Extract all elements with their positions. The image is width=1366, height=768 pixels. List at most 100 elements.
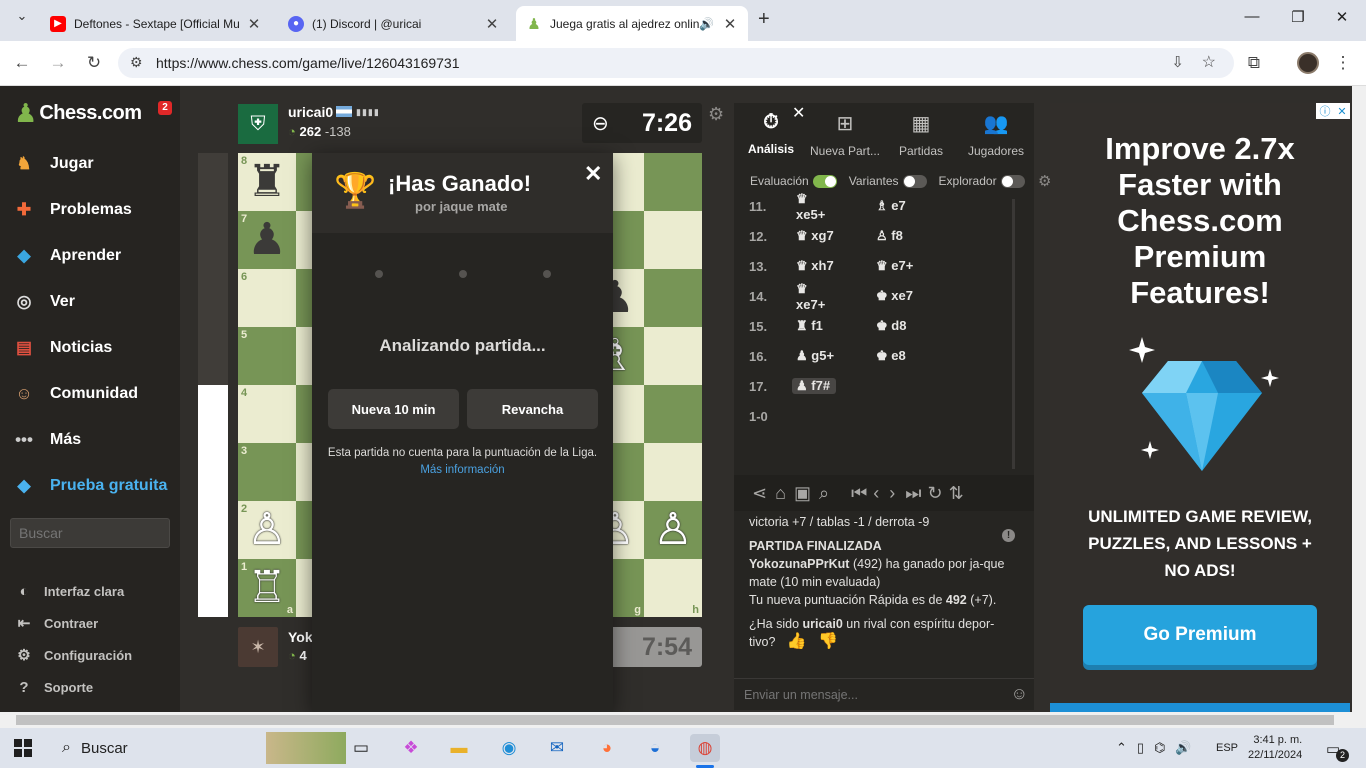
vertical-scrollbar[interactable] [1352, 86, 1366, 712]
premium-ad[interactable]: ⓘ ✕ Improve 2.7x Faster with Chess.com Pr… [1050, 103, 1350, 710]
black-move[interactable]: ♚ e8 [838, 348, 918, 364]
nav-free-trial[interactable]: ◆ Prueba gratuita [10, 471, 167, 501]
nav-mas[interactable]: ••• Más [10, 425, 81, 455]
chess-logo[interactable]: ♟ Chess.com [14, 98, 142, 129]
volume-icon[interactable]: 🔊 [1175, 740, 1191, 756]
board-square[interactable]: ♙ [644, 501, 702, 559]
variants-toggle[interactable] [902, 174, 927, 188]
museum-icon[interactable]: ⌂ [775, 483, 786, 504]
black-move[interactable]: ♚ xe7 [838, 288, 918, 304]
board-square[interactable] [644, 153, 702, 211]
info-icon[interactable]: ! [1002, 529, 1015, 542]
language-indicator[interactable]: ESP [1216, 742, 1238, 754]
white-pawn-piece[interactable]: ♙ [238, 501, 296, 559]
top-player-avatar[interactable]: ⛨ [238, 104, 278, 144]
board-square[interactable]: 5 [238, 327, 296, 385]
tab-partidas[interactable]: ▦ Partidas [884, 111, 958, 158]
white-move[interactable]: ♛ xe7+ [774, 281, 838, 312]
top-player-name[interactable]: uricai0 [288, 104, 333, 120]
board-square[interactable]: 1 ♖ a [238, 559, 296, 617]
tab-jugadores[interactable]: 👥 Jugadores [959, 111, 1033, 158]
menu-icon[interactable]: ⋮ [1332, 52, 1354, 74]
board-square[interactable]: h [644, 559, 702, 617]
new-tab-button[interactable]: + [758, 8, 778, 31]
board-square[interactable] [644, 385, 702, 443]
tab-chess[interactable]: ♟ Juega gratis al ajedrez onlin 🔊 ✕ [516, 6, 748, 41]
magnify-icon[interactable]: ⌕ [819, 483, 829, 504]
board-square[interactable]: 7 ♟ [238, 211, 296, 269]
extensions-icon[interactable]: ⧉ [1243, 52, 1265, 74]
collapse-item[interactable]: ⇤ Contraer [14, 612, 98, 634]
light-mode-item[interactable]: ◐ Interfaz clara [14, 580, 124, 602]
black-pawn-piece[interactable]: ♟ [238, 211, 296, 269]
board-square[interactable] [644, 211, 702, 269]
tab-search-icon[interactable]: ⌄ [8, 8, 36, 32]
black-move[interactable]: ♛ e7+ [838, 258, 918, 274]
bookmark-star-icon[interactable]: ☆ [1202, 52, 1216, 72]
forward-icon[interactable]: → [47, 52, 69, 74]
share-icon[interactable]: ⋖ [752, 483, 767, 504]
speaker-icon[interactable]: 🔊 [699, 17, 714, 31]
close-icon[interactable]: ✕ [246, 15, 262, 33]
url-bar[interactable]: ⚙ https://www.chess.com/game/live/126043… [118, 48, 1234, 78]
white-move[interactable]: ♜ f1 [774, 318, 838, 334]
close-icon[interactable]: ✕ [484, 15, 500, 33]
nav-ver[interactable]: ◎ Ver [10, 287, 75, 317]
rematch-button[interactable]: Revancha [467, 389, 598, 429]
battery-icon[interactable]: ▯ [1137, 740, 1144, 756]
emoji-icon[interactable]: ☺ [1011, 684, 1028, 704]
nav-aprender[interactable]: ◆ Aprender [10, 241, 121, 271]
explorer-toggle[interactable] [1000, 174, 1025, 188]
last-move-icon[interactable]: ⏭ [905, 483, 921, 504]
sidebar-search-input[interactable] [10, 518, 170, 548]
bottom-player-avatar[interactable]: ✶ [238, 627, 278, 667]
wifi-icon[interactable]: ⌬ [1154, 740, 1165, 756]
taskbar-search[interactable]: ⌕ Buscar [50, 732, 346, 764]
black-move[interactable]: ♗ e7 [838, 198, 918, 214]
windows-start-icon[interactable] [14, 739, 32, 757]
board-square[interactable]: 8 ♜ [238, 153, 296, 211]
window-close-button[interactable]: ✕ [1322, 8, 1362, 32]
first-move-icon[interactable]: ⏮ [851, 483, 867, 504]
profile-avatar[interactable] [1297, 52, 1319, 74]
white-move[interactable]: ♛ xg7 [774, 228, 838, 244]
more-info-link[interactable]: Más información [312, 464, 613, 476]
firefox-icon[interactable]: ◕ [592, 734, 622, 762]
board-settings-gear-icon[interactable]: ⚙ [708, 104, 724, 125]
chat-input[interactable] [734, 679, 994, 711]
edge-icon[interactable]: ◉ [494, 734, 524, 762]
modal-close-button[interactable]: ✕ [584, 161, 602, 187]
white-pawn-piece[interactable]: ♙ [644, 501, 702, 559]
black-move[interactable]: ♚ d8 [838, 318, 918, 334]
site-info-icon[interactable]: ⚙ [130, 54, 143, 71]
board-square[interactable] [644, 443, 702, 501]
chrome-icon[interactable]: ◍ [690, 734, 720, 762]
white-move[interactable]: ♛ xh7 [774, 258, 838, 274]
board-square[interactable]: 4 [238, 385, 296, 443]
refresh-icon[interactable]: ↻ [927, 483, 942, 504]
board-square[interactable] [644, 269, 702, 327]
notification-badge[interactable]: 2 [158, 101, 172, 115]
next-move-icon[interactable]: › [889, 483, 895, 504]
thumbs-down-icon[interactable]: 👎 [818, 633, 838, 650]
nav-noticias[interactable]: ▤ Noticias [10, 333, 112, 363]
nav-problemas[interactable]: ✚ Problemas [10, 195, 132, 225]
white-move[interactable]: ♟ g5+ [774, 348, 838, 364]
scrollbar-thumb[interactable] [16, 715, 1334, 725]
go-premium-button[interactable]: Go Premium [1083, 605, 1317, 665]
board-square[interactable]: 6 [238, 269, 296, 327]
mail-icon[interactable]: ✉ [542, 734, 572, 762]
white-move[interactable]: ♟ f7# [792, 378, 836, 394]
thumbs-up-icon[interactable]: 👍 [787, 633, 807, 650]
new-game-button[interactable]: Nueva 10 min [328, 389, 459, 429]
reload-icon[interactable]: ↻ [83, 52, 105, 74]
install-icon[interactable]: ⇩ [1171, 53, 1184, 71]
close-icon[interactable]: ✕ [722, 15, 738, 33]
prev-move-icon[interactable]: ‹ [873, 483, 879, 504]
back-icon[interactable]: ← [11, 52, 33, 74]
board-square[interactable]: 3 [238, 443, 296, 501]
black-rook-piece[interactable]: ♜ [238, 153, 296, 211]
evaluation-toggle[interactable] [812, 174, 837, 188]
tab-discord[interactable]: ● (1) Discord | @uricai ✕ [278, 6, 510, 41]
thunderbird-icon[interactable]: ◒ [640, 734, 670, 762]
